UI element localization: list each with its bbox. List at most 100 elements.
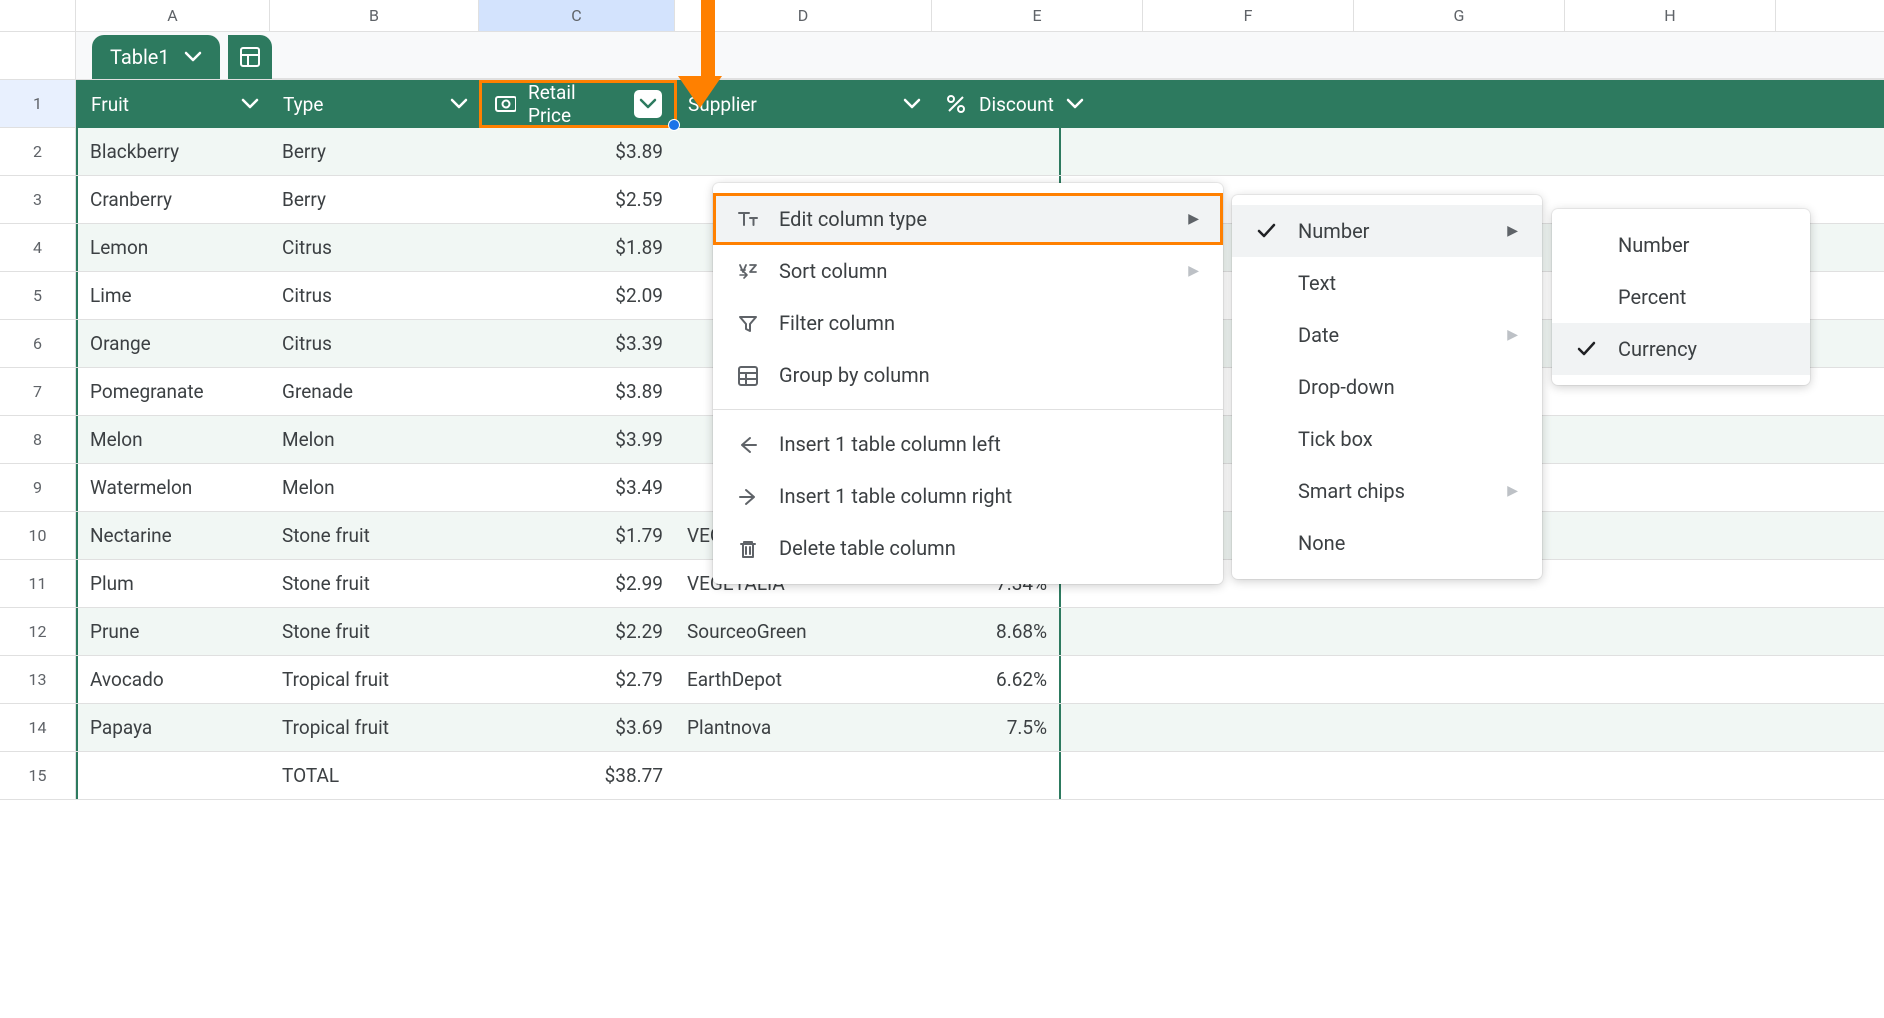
table-row[interactable]: BlackberryBerry$3.89 <box>76 128 1884 176</box>
cell-supplier[interactable]: SourceoGreen <box>675 608 932 655</box>
cell-price[interactable]: $3.69 <box>479 704 675 751</box>
cell-fruit[interactable]: Papaya <box>76 704 270 751</box>
mi-edit-column-type[interactable]: Edit column type ▶ <box>713 193 1223 245</box>
chevron-down-icon[interactable] <box>450 95 468 113</box>
mi-insert-col-right[interactable]: Insert 1 table column right <box>713 470 1223 522</box>
cell-type[interactable]: Tropical fruit <box>270 656 479 703</box>
cell-type[interactable]: Citrus <box>270 224 479 271</box>
table-row-total[interactable]: TOTAL $38.77 <box>76 752 1884 800</box>
cell-fruit[interactable]: Lime <box>76 272 270 319</box>
cell-type[interactable]: Berry <box>270 176 479 223</box>
cell-price[interactable]: $3.49 <box>479 464 675 511</box>
chevron-down-icon[interactable] <box>241 95 259 113</box>
cell-supplier[interactable]: EarthDepot <box>675 656 932 703</box>
cell-price[interactable]: $3.89 <box>479 368 675 415</box>
cell-type[interactable]: Melon <box>270 416 479 463</box>
cell-type[interactable]: Stone fruit <box>270 608 479 655</box>
cell-fruit[interactable]: Lemon <box>76 224 270 271</box>
mi-format-percent[interactable]: Percent <box>1552 271 1810 323</box>
mi-type-dropdown[interactable]: Drop-down <box>1232 361 1542 413</box>
th-retail-price[interactable]: Retail Price <box>480 81 676 127</box>
row-num-3[interactable]: 3 <box>0 176 76 224</box>
col-header-G[interactable]: G <box>1354 0 1565 31</box>
cell-price[interactable]: $2.29 <box>479 608 675 655</box>
row-num-14[interactable]: 14 <box>0 704 76 752</box>
cell-type[interactable]: Stone fruit <box>270 512 479 559</box>
row-num-1[interactable]: 1 <box>0 80 76 128</box>
mi-format-currency[interactable]: Currency <box>1552 323 1810 375</box>
cell-discount[interactable]: 7.5% <box>932 704 1061 751</box>
cell-type[interactable]: Tropical fruit <box>270 704 479 751</box>
col-header-F[interactable]: F <box>1143 0 1354 31</box>
cell[interactable] <box>76 752 270 799</box>
cell[interactable] <box>675 752 932 799</box>
row-num-11[interactable]: 11 <box>0 560 76 608</box>
table-name-chevron-icon[interactable] <box>184 48 202 66</box>
row-num-4[interactable]: 4 <box>0 224 76 272</box>
mi-format-number[interactable]: Number <box>1552 219 1810 271</box>
cell-price[interactable]: $2.09 <box>479 272 675 319</box>
cell-price[interactable]: $3.99 <box>479 416 675 463</box>
row-num-15[interactable]: 15 <box>0 752 76 800</box>
cell-total-value[interactable]: $38.77 <box>479 752 675 799</box>
cell-fruit[interactable]: Avocado <box>76 656 270 703</box>
cell-supplier[interactable]: Plantnova <box>675 704 932 751</box>
column-menu-button[interactable] <box>634 90 662 118</box>
row-num-7[interactable]: 7 <box>0 368 76 416</box>
cell-price[interactable]: $3.39 <box>479 320 675 367</box>
cell-price[interactable]: $2.99 <box>479 560 675 607</box>
cell-type[interactable]: Citrus <box>270 320 479 367</box>
cell-type[interactable]: Berry <box>270 128 479 175</box>
mi-type-number[interactable]: Number ▶ <box>1232 205 1542 257</box>
cell-price[interactable]: $2.79 <box>479 656 675 703</box>
cell-fruit[interactable]: Nectarine <box>76 512 270 559</box>
mi-group-by-column[interactable]: Group by column <box>713 349 1223 401</box>
mi-sort-column[interactable]: Sort column ▶ <box>713 245 1223 297</box>
row-num-10[interactable]: 10 <box>0 512 76 560</box>
cell-discount[interactable] <box>932 128 1061 175</box>
mi-type-tickbox[interactable]: Tick box <box>1232 413 1542 465</box>
cell-fruit[interactable]: Watermelon <box>76 464 270 511</box>
mi-insert-col-left[interactable]: Insert 1 table column left <box>713 418 1223 470</box>
mi-delete-col[interactable]: Delete table column <box>713 522 1223 574</box>
cell-supplier[interactable] <box>675 128 932 175</box>
cell-price[interactable]: $2.59 <box>479 176 675 223</box>
cell-type[interactable]: Grenade <box>270 368 479 415</box>
row-num-2[interactable]: 2 <box>0 128 76 176</box>
cell[interactable] <box>932 752 1061 799</box>
cell-total-label[interactable]: TOTAL <box>270 752 479 799</box>
cell-price[interactable]: $3.89 <box>479 128 675 175</box>
cell-fruit[interactable]: Orange <box>76 320 270 367</box>
mi-type-date[interactable]: Date ▶ <box>1232 309 1542 361</box>
cell-type[interactable]: Citrus <box>270 272 479 319</box>
table-name-tab[interactable]: Table1 <box>92 35 220 79</box>
row-num-5[interactable]: 5 <box>0 272 76 320</box>
table-view-icon[interactable] <box>228 35 272 79</box>
cell-fruit[interactable]: Prune <box>76 608 270 655</box>
chevron-down-icon[interactable] <box>903 95 921 113</box>
mi-type-smart-chips[interactable]: Smart chips ▶ <box>1232 465 1542 517</box>
row-num-blank[interactable] <box>0 32 76 80</box>
th-fruit[interactable]: Fruit <box>77 81 271 127</box>
cell-fruit[interactable]: Cranberry <box>76 176 270 223</box>
table-row[interactable]: PruneStone fruit$2.29SourceoGreen8.68% <box>76 608 1884 656</box>
col-header-C[interactable]: C <box>479 0 675 31</box>
select-all-corner[interactable] <box>0 0 76 31</box>
row-num-8[interactable]: 8 <box>0 416 76 464</box>
cell-discount[interactable]: 6.62% <box>932 656 1061 703</box>
cell-fruit[interactable]: Blackberry <box>76 128 270 175</box>
cell-price[interactable]: $1.79 <box>479 512 675 559</box>
mi-type-none[interactable]: None <box>1232 517 1542 569</box>
cell-fruit[interactable]: Plum <box>76 560 270 607</box>
th-type[interactable]: Type <box>271 81 480 127</box>
row-num-9[interactable]: 9 <box>0 464 76 512</box>
chevron-down-icon[interactable] <box>1066 95 1084 113</box>
mi-type-text[interactable]: Text <box>1232 257 1542 309</box>
col-header-H[interactable]: H <box>1565 0 1776 31</box>
cell-type[interactable]: Stone fruit <box>270 560 479 607</box>
mi-filter-column[interactable]: Filter column <box>713 297 1223 349</box>
cell-fruit[interactable]: Pomegranate <box>76 368 270 415</box>
table-row[interactable]: AvocadoTropical fruit$2.79EarthDepot6.62… <box>76 656 1884 704</box>
cell-price[interactable]: $1.89 <box>479 224 675 271</box>
cell-fruit[interactable]: Melon <box>76 416 270 463</box>
